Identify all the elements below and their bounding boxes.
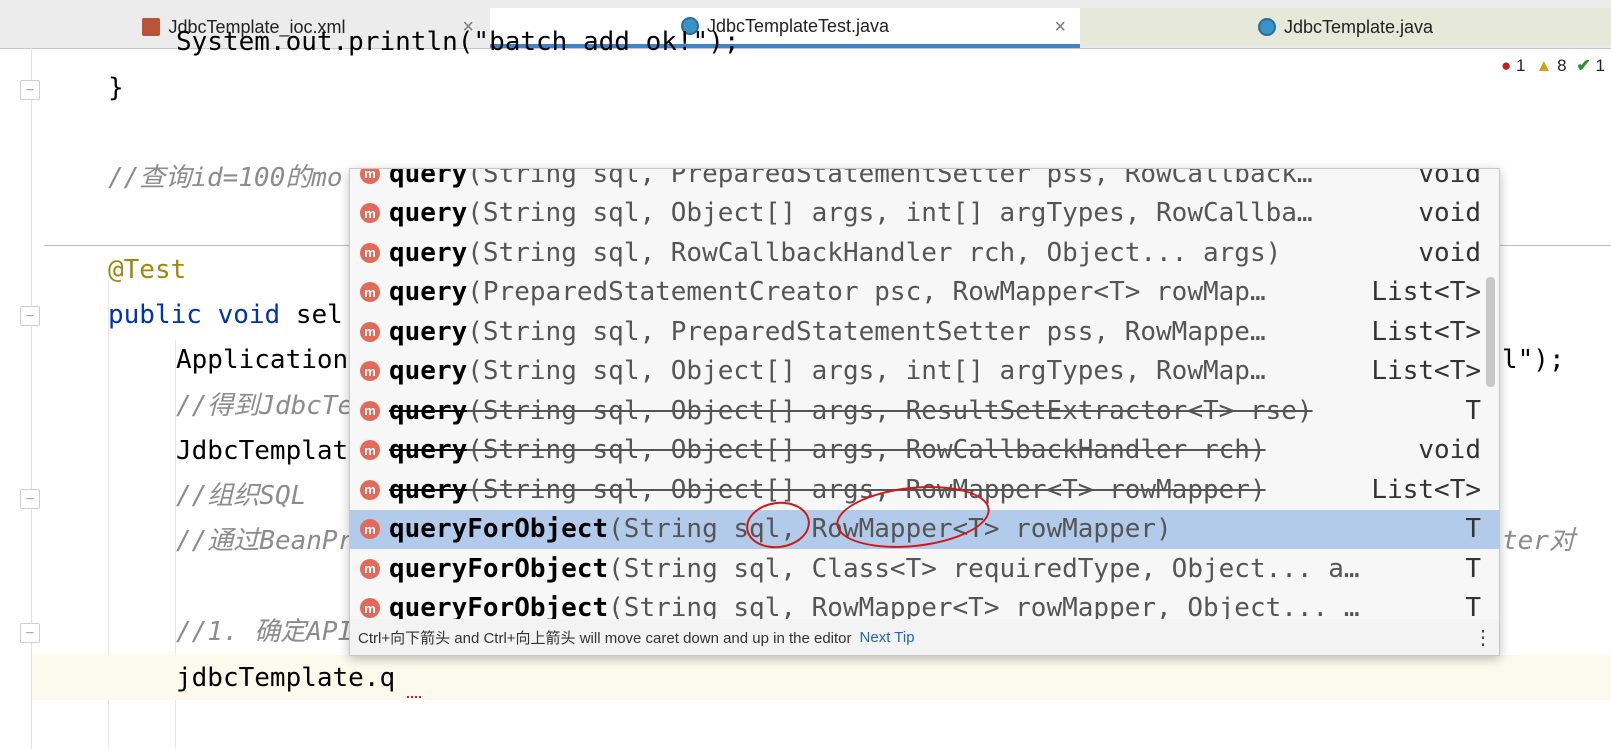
error-underline bbox=[407, 690, 421, 698]
code-line-current[interactable]: jdbcTemplate.q bbox=[176, 662, 395, 694]
method-name: queryForObject bbox=[389, 553, 609, 584]
return-type: void bbox=[1418, 237, 1481, 268]
method-name: query bbox=[389, 198, 468, 229]
code-line[interactable]: } bbox=[108, 72, 124, 104]
method-params: (String sql, RowCallbackHandler rch, Obj… bbox=[467, 237, 1282, 268]
method-name: query bbox=[389, 237, 468, 268]
footer-hint: Ctrl+向下箭头 and Ctrl+向上箭头 will move caret … bbox=[358, 629, 852, 647]
method-name: query bbox=[389, 474, 468, 505]
annotation[interactable]: @Test bbox=[108, 254, 186, 286]
completion-item[interactable]: m query (String sql, Object[] args, int[] … bbox=[350, 352, 1499, 392]
method-icon: m bbox=[360, 169, 380, 184]
method-name: query bbox=[389, 435, 468, 466]
next-tip-link[interactable]: Next Tip bbox=[860, 629, 915, 646]
return-type: T bbox=[1465, 514, 1481, 545]
method-icon: m bbox=[360, 558, 380, 579]
method-name: query bbox=[389, 277, 468, 308]
return-type: void bbox=[1418, 198, 1481, 229]
code-completion-popup[interactable]: m query (String sql, PreparedStatementSett… bbox=[349, 168, 1500, 656]
method-icon: m bbox=[360, 598, 380, 619]
warning-count: 8 bbox=[1557, 56, 1567, 75]
code-comment[interactable]: //1. 确定API bbox=[176, 616, 353, 648]
completion-item[interactable]: m query (String sql, Object[] args, RowCal… bbox=[350, 431, 1499, 471]
keyword: public void bbox=[108, 300, 281, 330]
code-line[interactable]: public void sel bbox=[108, 299, 343, 331]
completion-item[interactable]: m query (String sql, RowCallbackHandler rc… bbox=[350, 233, 1499, 273]
method-params: (String sql, Class<T> requiredType, Obje… bbox=[608, 553, 1360, 584]
method-params: (String sql, Object[] args, int[] argTyp… bbox=[467, 356, 1266, 387]
return-type: void bbox=[1418, 168, 1481, 189]
method-params: (String sql, Object[] args, RowCallbackH… bbox=[467, 435, 1266, 466]
method-icon: m bbox=[360, 321, 380, 342]
fold-marker[interactable]: − bbox=[20, 80, 40, 100]
method-icon: m bbox=[360, 519, 380, 540]
code-comment[interactable]: //查询id=100的mo bbox=[108, 162, 343, 194]
return-type: T bbox=[1465, 553, 1481, 584]
completion-item[interactable]: m query (String sql, PreparedStatementSett… bbox=[350, 312, 1499, 352]
code-comment[interactable]: //得到JdbcTe bbox=[176, 390, 353, 422]
more-options-icon[interactable]: ⋮ bbox=[1473, 625, 1493, 650]
code-line[interactable]: JdbcTemplat bbox=[176, 435, 348, 467]
method-params: (String sql, PreparedStatementSetter pss… bbox=[467, 316, 1266, 347]
return-type: List<T> bbox=[1371, 356, 1481, 387]
completion-item[interactable]: m query (PreparedStatementCreator psc, Row… bbox=[350, 273, 1499, 313]
completion-item[interactable]: m query (String sql, Object[] args, Result… bbox=[350, 391, 1499, 431]
method-params: (PreparedStatementCreator psc, RowMapper… bbox=[467, 277, 1266, 308]
return-type: T bbox=[1465, 395, 1481, 426]
xml-file-icon bbox=[142, 18, 161, 36]
return-type: void bbox=[1418, 435, 1481, 466]
return-type: List<T> bbox=[1371, 277, 1481, 308]
completion-item[interactable]: m query (String sql, PreparedStatementSett… bbox=[350, 168, 1499, 194]
ok-count: 1 bbox=[1595, 56, 1605, 75]
code-line[interactable]: Application bbox=[176, 344, 348, 376]
tab-label: JdbcTemplate.java bbox=[1283, 16, 1434, 37]
method-params: (String sql, Object[] args, int[] argTyp… bbox=[467, 198, 1313, 229]
return-type: List<T> bbox=[1371, 316, 1481, 347]
method-name: queryForObject bbox=[389, 514, 609, 545]
fold-marker[interactable]: − bbox=[20, 623, 40, 643]
gutter-divider bbox=[31, 48, 32, 749]
code-comment-tail[interactable]: ter对 bbox=[1502, 525, 1575, 557]
check-icon: ✔ bbox=[1576, 56, 1591, 75]
method-name: sel bbox=[280, 300, 343, 330]
method-icon: m bbox=[360, 242, 380, 263]
close-icon[interactable]: × bbox=[1054, 16, 1066, 39]
method-name: query bbox=[389, 316, 468, 347]
error-icon: ● bbox=[1501, 56, 1512, 75]
completion-item[interactable]: m query (String sql, Object[] args, int[] … bbox=[350, 194, 1499, 234]
tab-jdbctemplate-java[interactable]: JdbcTemplate.java bbox=[1080, 8, 1611, 46]
method-icon: m bbox=[360, 361, 380, 382]
code-comment[interactable]: //通过BeanPr bbox=[176, 525, 353, 557]
method-name: query bbox=[389, 356, 468, 387]
warning-icon: ▲ bbox=[1535, 56, 1553, 75]
method-icon: m bbox=[360, 282, 380, 303]
java-class-icon bbox=[1257, 18, 1276, 36]
completion-list[interactable]: m query (String sql, PreparedStatementSett… bbox=[350, 168, 1499, 628]
method-params: (String sql, PreparedStatementSetter pss… bbox=[467, 168, 1313, 189]
inspection-widget[interactable]: ● 1 ▲ 8 ✔ 1 bbox=[1501, 56, 1605, 76]
method-name: query bbox=[389, 395, 468, 426]
code-line[interactable]: System.out.println("batch add ok!"); bbox=[176, 26, 740, 58]
completion-item[interactable]: m queryForObject (String sql, Class<T> req… bbox=[350, 549, 1499, 589]
method-icon: m bbox=[360, 440, 380, 461]
code-comment[interactable]: //组织SQL bbox=[176, 480, 306, 512]
method-icon: m bbox=[360, 479, 380, 500]
method-icon: m bbox=[360, 400, 380, 421]
fold-marker[interactable]: − bbox=[20, 489, 40, 509]
completion-footer: Ctrl+向下箭头 and Ctrl+向上箭头 will move caret … bbox=[350, 619, 1499, 655]
fold-marker[interactable]: − bbox=[20, 306, 40, 326]
return-type: List<T> bbox=[1371, 474, 1481, 505]
method-icon: m bbox=[360, 203, 380, 224]
method-name: query bbox=[389, 168, 468, 189]
code-line-tail[interactable]: l"); bbox=[1502, 344, 1565, 376]
method-params: (String sql, Object[] args, ResultSetExt… bbox=[467, 395, 1313, 426]
scrollbar[interactable] bbox=[1486, 277, 1495, 387]
error-count: 1 bbox=[1516, 56, 1526, 75]
